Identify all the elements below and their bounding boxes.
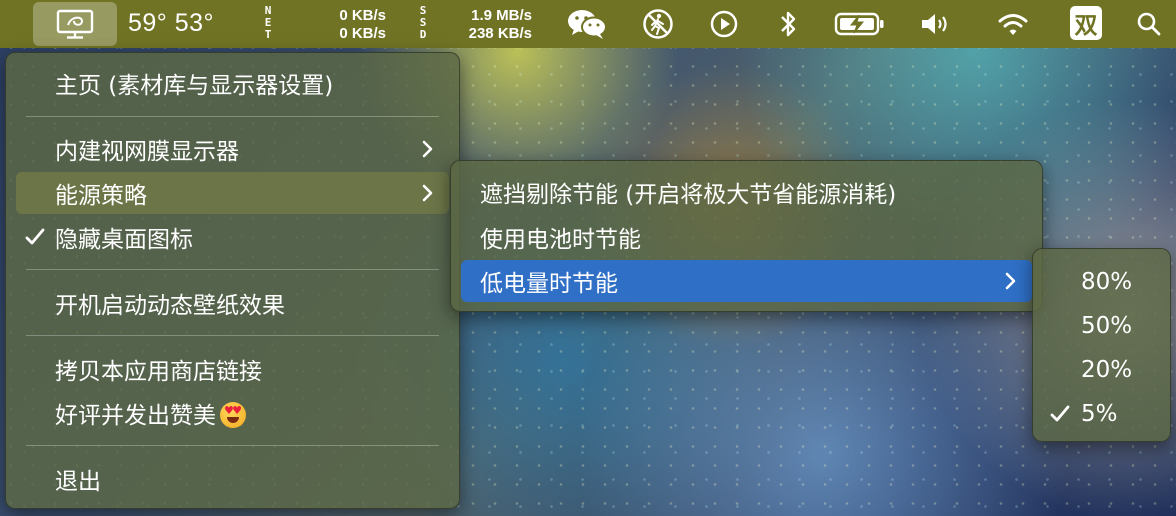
- menu-item-occlusion-culling[interactable]: 遮挡剔除节能 (开启将极大节省能源消耗): [461, 171, 1032, 213]
- menu-item-label: 开机启动动态壁纸效果: [55, 293, 285, 319]
- menu-item-label: 拷贝本应用商店链接: [55, 359, 262, 385]
- app-status-button[interactable]: [33, 2, 117, 46]
- net-up-rate: 0 KB/s: [339, 7, 386, 24]
- ssd-label: SSD: [417, 5, 429, 41]
- menu-item-label: 能源策略: [55, 183, 147, 209]
- separator: [26, 269, 439, 270]
- net-label: NET: [262, 5, 274, 41]
- menu-item-label: 遮挡剔除节能 (开启将极大节省能源消耗): [480, 182, 897, 208]
- ssd-read-rate: 1.9 MB/s: [471, 7, 532, 24]
- menu-item-label: 20%: [1081, 357, 1133, 383]
- chevron-right-icon: [1005, 272, 1016, 290]
- menu-item-copy-store-link[interactable]: 拷贝本应用商店链接: [16, 348, 449, 390]
- menu-item-low-battery-saving[interactable]: 低电量时节能: [461, 260, 1032, 302]
- menu-item-energy-policy[interactable]: 能源策略: [16, 172, 449, 214]
- menu-item-level-20[interactable]: 20%: [1043, 349, 1160, 391]
- search-icon[interactable]: [1134, 8, 1164, 40]
- battery-level-submenu: 80% 50% 20% 5%: [1032, 248, 1171, 442]
- ssd-rates[interactable]: 1.9 MB/s 238 KB/s: [446, 7, 532, 43]
- menu-item-label: 退出: [55, 469, 101, 495]
- menu-item-label: 好评并发出赞美: [55, 403, 216, 429]
- chevron-right-icon: [422, 140, 433, 158]
- menu-item-label: 使用电池时节能: [480, 227, 641, 253]
- menu-item-home[interactable]: 主页 (素材库与显示器设置): [16, 62, 449, 104]
- ssd-write-rate: 238 KB/s: [468, 25, 532, 42]
- battery-charging-icon[interactable]: [834, 8, 886, 40]
- menu-item-label: 5%: [1081, 401, 1118, 427]
- menu-item-hide-desktop-icons[interactable]: 隐藏桌面图标: [16, 216, 449, 258]
- play-icon[interactable]: [708, 8, 740, 40]
- input-method-label: 双: [1074, 12, 1098, 38]
- menu-item-level-50[interactable]: 50%: [1043, 305, 1160, 347]
- heart-eyes-emoji-icon: [220, 402, 246, 428]
- temperature-readout[interactable]: 59° 53°: [128, 9, 214, 38]
- app-display-icon: [56, 9, 94, 39]
- net-label-text: NET: [264, 4, 272, 41]
- menu-bar: 59° 53° NET 0 KB/s 0 KB/s SSD 1.9 MB/s 2…: [0, 0, 1176, 48]
- menu-item-battery-saving[interactable]: 使用电池时节能: [461, 216, 1032, 258]
- bluetooth-icon[interactable]: [776, 8, 800, 40]
- energy-policy-submenu: 遮挡剔除节能 (开启将极大节省能源消耗) 使用电池时节能 低电量时节能: [450, 160, 1043, 312]
- chevron-right-icon: [422, 184, 433, 202]
- checkmark-icon: [25, 228, 45, 245]
- menu-item-built-in-display[interactable]: 内建视网膜显示器: [16, 128, 449, 170]
- menu-item-label: 主页 (素材库与显示器设置): [55, 73, 334, 99]
- menu-item-label: 内建视网膜显示器: [55, 139, 239, 165]
- net-rates[interactable]: 0 KB/s 0 KB/s: [318, 7, 386, 43]
- no-running-icon[interactable]: [640, 8, 676, 40]
- menu-item-label: 50%: [1081, 313, 1133, 339]
- checkmark-icon: [1050, 405, 1070, 422]
- wifi-icon[interactable]: [996, 8, 1030, 40]
- net-down-rate: 0 KB/s: [339, 25, 386, 42]
- menu-item-label: 隐藏桌面图标: [55, 227, 193, 253]
- menu-item-label: 低电量时节能: [480, 271, 618, 297]
- menu-item-quit[interactable]: 退出: [16, 458, 449, 500]
- separator: [26, 335, 439, 336]
- separator: [26, 445, 439, 446]
- menu-item-rate-app[interactable]: 好评并发出赞美: [16, 392, 449, 434]
- menu-item-launch-at-login[interactable]: 开机启动动态壁纸效果: [16, 282, 449, 324]
- menu-item-level-5[interactable]: 5%: [1043, 393, 1160, 435]
- main-menu: 主页 (素材库与显示器设置) 内建视网膜显示器 能源策略 隐藏桌面图标 开机启动…: [5, 52, 460, 509]
- menu-item-label: 80%: [1081, 269, 1133, 295]
- wechat-icon[interactable]: [565, 8, 609, 40]
- volume-icon[interactable]: [918, 8, 952, 40]
- separator: [26, 116, 439, 117]
- menu-item-label-wrap: 好评并发出赞美: [55, 396, 246, 430]
- ssd-label-text: SSD: [419, 4, 427, 41]
- input-method-icon[interactable]: 双: [1070, 6, 1102, 40]
- menu-item-level-80[interactable]: 80%: [1043, 261, 1160, 303]
